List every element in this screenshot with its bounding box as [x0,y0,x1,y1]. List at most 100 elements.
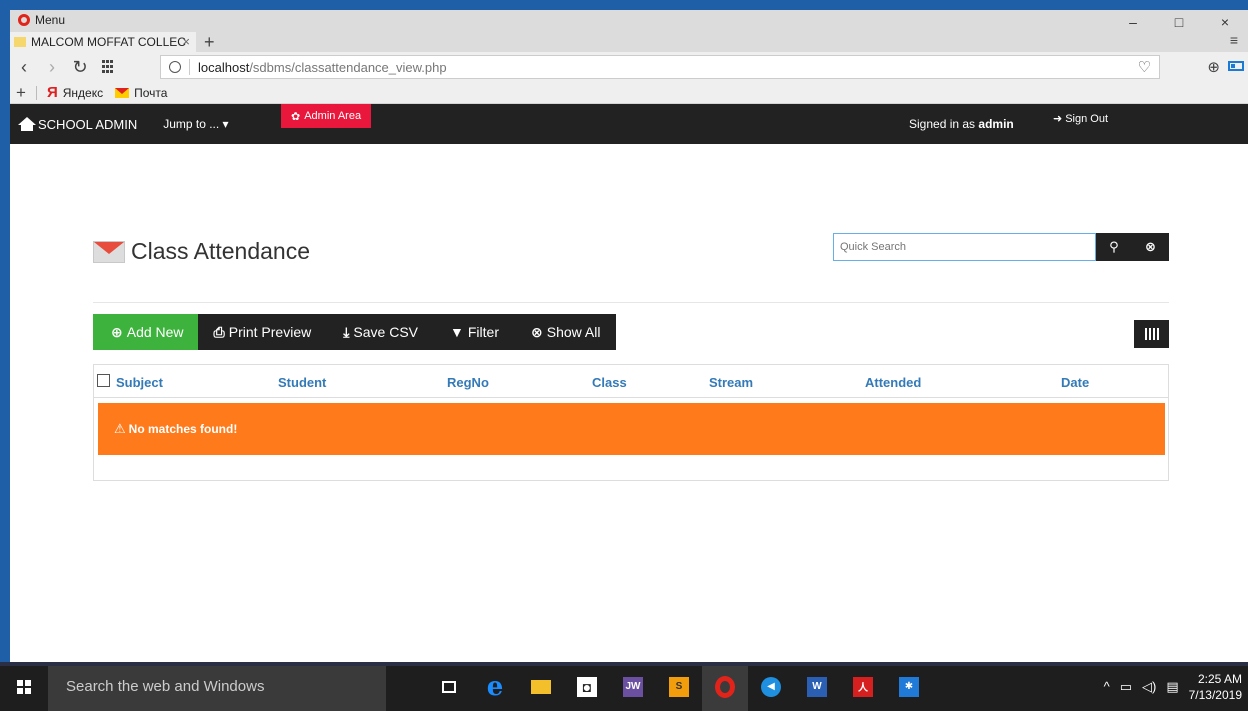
no-matches-text: No matches found! [128,422,238,436]
add-new-label: Add New [126,324,184,340]
column-header-stream[interactable]: Stream [709,375,753,390]
filter-icon: ▼ [450,324,464,340]
speed-dial-icon[interactable] [102,60,116,74]
signed-in-text: Signed in as admin [909,117,1014,131]
page-header: Class Attendance [93,238,310,265]
filter-label: Filter [467,324,499,340]
taskbar-clock[interactable]: 2:25 AM 7/13/2019 [1189,671,1242,703]
yandex-icon: Я [46,84,58,101]
download-icon: ⤓ [343,323,350,340]
bookmark-mail[interactable]: Почта [134,86,167,100]
bookmark-yandex[interactable]: Яндекс [63,86,103,100]
app-navbar: SCHOOL ADMIN Jump to ... ▾ ✿ Admin Area … [10,104,1248,144]
new-tab-button[interactable]: + [204,32,215,52]
task-view-icon[interactable] [426,662,472,711]
search-buttons: ⚲ ⊗ [1096,233,1169,261]
start-button[interactable] [0,662,48,711]
quick-search-input[interactable] [833,233,1096,261]
save-csv-label: Save CSV [353,324,419,340]
taskbar-apps: e ◘ JW S ◀ W 人 ✱ [426,662,932,711]
reload-icon[interactable]: ↻ [66,57,94,78]
action-toolbar: ⊕ Add New ⎙ Print Preview ⤓ Save CSV ▼ F… [93,314,617,350]
settings-icon[interactable]: ✱ [886,662,932,711]
brand-label: SCHOOL ADMIN [38,116,138,132]
store-icon[interactable]: ◘ [564,662,610,711]
tab-menu-icon[interactable]: ≡ [1230,32,1238,48]
sign-out-link[interactable]: ➜ Sign Out [1053,112,1109,126]
bookmarks-bar: + Я Яндекс Почта [10,82,1248,104]
back-icon[interactable]: ‹ [10,57,38,78]
column-header-regno[interactable]: RegNo [447,375,489,390]
brand-link[interactable]: SCHOOL ADMIN [18,117,137,132]
browser-toolbar: ‹ › ↻ localhost/sdbms/classattendance_vi… [10,52,1248,82]
page-content: Class Attendance ⚲ ⊗ ⊕ Add New ⎙ Print P… [10,174,1248,652]
jump-to-dropdown[interactable]: Jump to ... ▾ [163,117,228,131]
word-icon[interactable]: W [794,662,840,711]
sublime-icon[interactable]: S [656,662,702,711]
clear-search-icon[interactable]: ⊗ [1145,239,1156,255]
tab-close-icon[interactable]: × [182,34,190,49]
print-preview-label: Print Preview [228,324,312,340]
tab-strip: MALCOM MOFFAT COLLEC × + ≡ [10,30,1248,52]
table-header: Subject Student RegNo Class Stream Atten… [94,365,1168,398]
acrobat-icon[interactable]: 人 [840,662,886,711]
browser-menu-label[interactable]: Menu [35,13,65,27]
battery-icon[interactable]: ▭ [1120,679,1132,695]
add-bookmark-button[interactable]: + [16,83,26,103]
header-divider [93,302,1169,303]
edge-icon[interactable]: e [472,662,518,711]
windows-taskbar: Search the web and Windows e ◘ JW S ◀ W … [0,662,1248,711]
url-path: /sdbms/classattendance_view.php [249,59,447,75]
jw-icon[interactable]: JW [610,662,656,711]
battery-saver-icon[interactable] [1228,61,1244,71]
chevron-up-icon[interactable]: ^ [1104,679,1110,694]
column-header-student[interactable]: Student [278,375,326,390]
clock-date: 7/13/2019 [1188,687,1242,702]
clock-time: 2:25 AM [1197,671,1242,686]
opera-icon[interactable] [702,662,748,711]
close-circle-icon: ⊗ [531,323,543,340]
jw-label: JW [623,676,643,697]
search-icon[interactable]: ⚲ [1109,239,1119,255]
select-all-checkbox[interactable] [97,374,110,387]
attendance-table-icon [93,240,125,263]
media-player-icon[interactable]: ◀ [748,662,794,711]
heart-icon[interactable]: ♡ [1138,58,1151,76]
column-header-subject[interactable]: Subject [116,375,163,390]
mail-icon [115,87,130,98]
column-header-class[interactable]: Class [592,375,627,390]
attendance-table: Subject Student RegNo Class Stream Atten… [93,364,1169,481]
desktop-background [0,0,10,662]
volume-icon[interactable]: ◁) [1142,679,1156,695]
column-header-attended[interactable]: Attended [865,375,921,390]
filter-button[interactable]: ▼ Filter [434,314,515,350]
print-preview-button[interactable]: ⎙ Print Preview [197,314,328,350]
home-icon [18,117,36,131]
tab-title: MALCOM MOFFAT COLLEC [31,35,186,49]
taskbar-search[interactable]: Search the web and Windows [48,662,386,711]
browser-tab[interactable]: MALCOM MOFFAT COLLEC × [10,32,196,52]
plus-circle-icon: ⊕ [111,323,123,340]
file-explorer-icon[interactable] [518,662,564,711]
quick-search: ⚲ ⊗ [833,233,1169,261]
browser-titlebar: Menu – □ × [10,10,1248,30]
column-chooser-button[interactable] [1134,320,1169,348]
show-all-button[interactable]: ⊗ Show All [515,314,617,350]
save-csv-button[interactable]: ⤓ Save CSV [327,314,435,350]
admin-area-label: Admin Area [304,110,362,122]
signed-in-user: admin [978,117,1014,131]
cog-icon: ✿ [291,110,301,123]
notifications-icon[interactable]: ▤ [1166,679,1178,695]
address-bar[interactable]: localhost/sdbms/classattendance_view.php… [160,55,1160,79]
globe-icon [169,61,181,73]
admin-area-button[interactable]: ✿ Admin Area [281,104,372,128]
download-icon[interactable]: ⊕ [1207,58,1220,76]
forward-icon[interactable]: › [38,57,66,78]
opera-logo-icon[interactable] [18,14,30,26]
add-new-button[interactable]: ⊕ Add New [93,314,198,350]
sign-out-label: Sign Out [1065,112,1109,125]
print-icon: ⎙ [213,323,225,340]
windows-logo-icon [17,679,31,694]
column-header-date[interactable]: Date [1061,375,1089,390]
url-separator [189,59,190,75]
